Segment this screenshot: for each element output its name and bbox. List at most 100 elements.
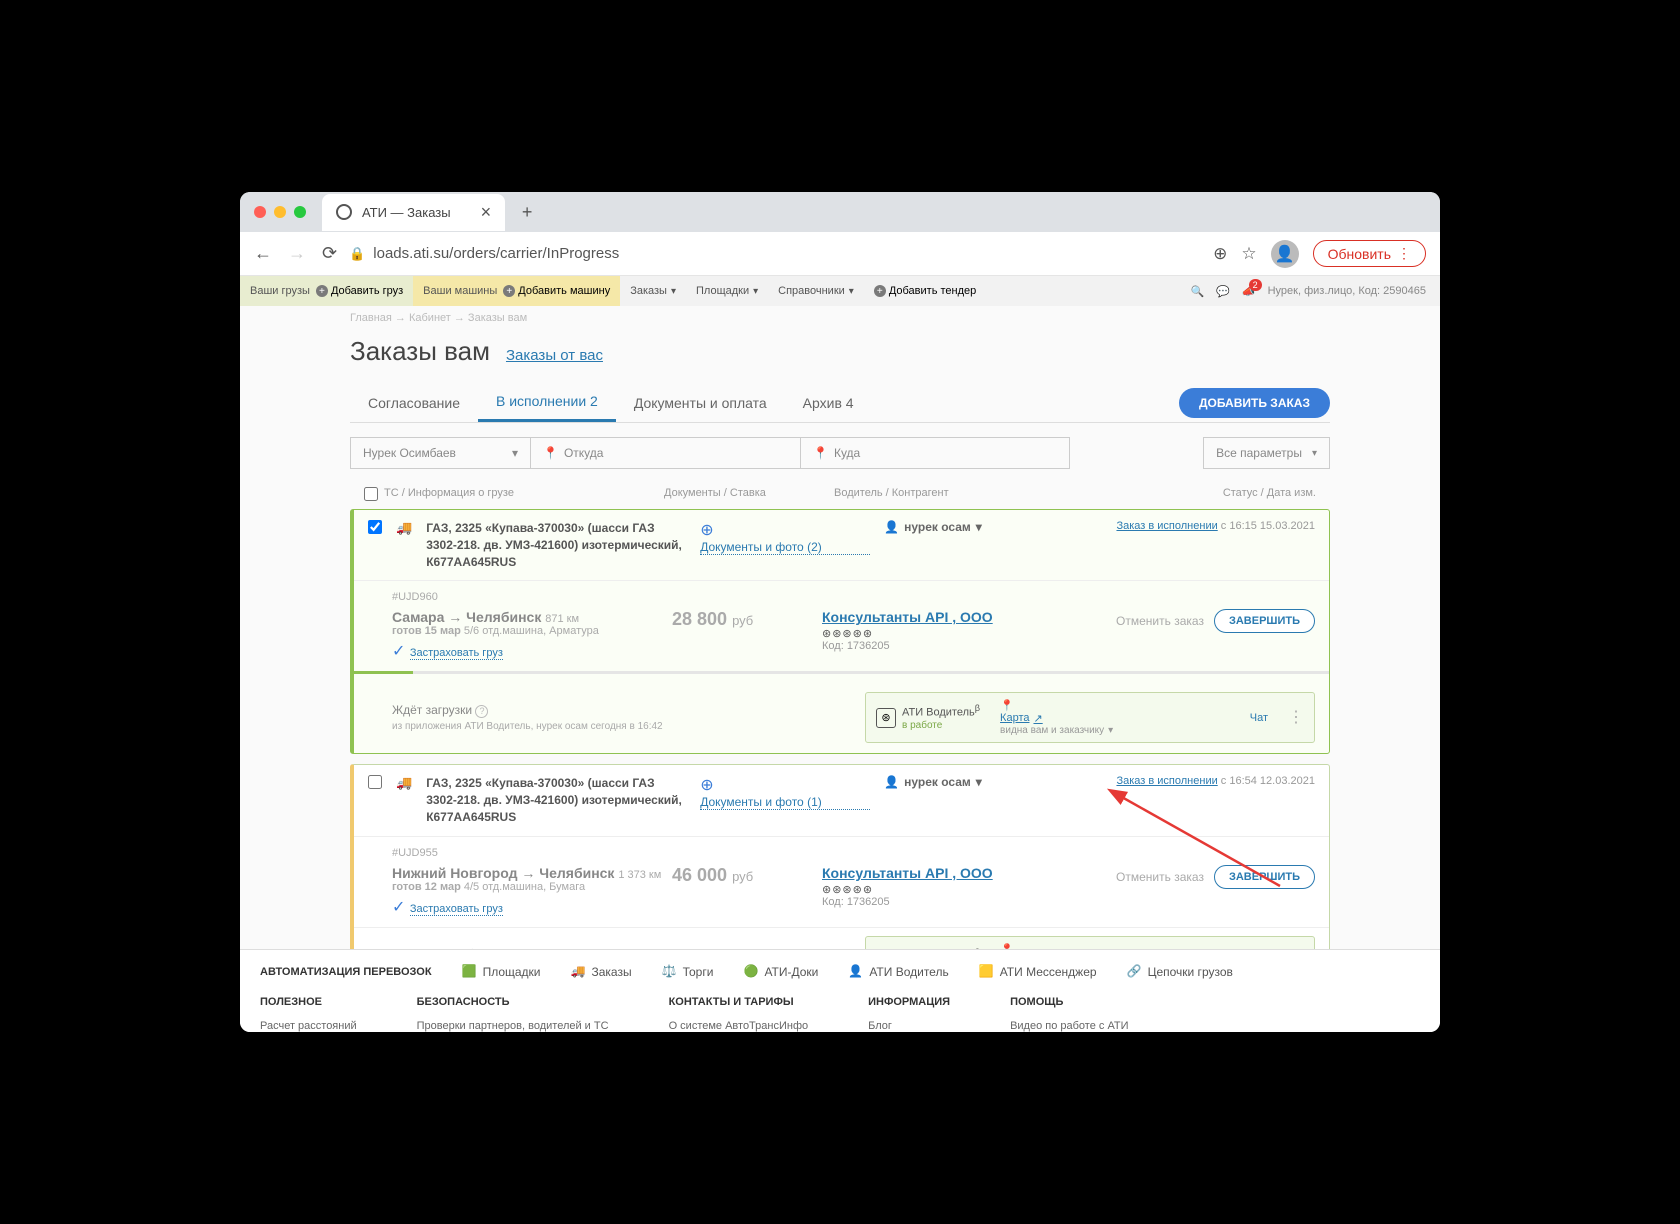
- chevron-down-icon: ▾: [976, 520, 982, 534]
- new-tab-button[interactable]: +: [513, 202, 541, 223]
- finish-button[interactable]: ЗАВЕРШИТЬ: [1214, 609, 1315, 633]
- person-icon: 👤: [884, 520, 899, 534]
- app-icon: ⊛: [876, 708, 896, 728]
- titlebar: АТИ — Заказы × +: [240, 192, 1440, 232]
- reload-icon[interactable]: ⟳: [322, 243, 337, 264]
- footer-link[interactable]: Блог: [868, 1020, 892, 1032]
- order-checkbox[interactable]: [368, 520, 382, 534]
- order-id: #UJD960: [392, 591, 1315, 603]
- order-id: #UJD955: [392, 847, 1315, 859]
- vehicle-info: ГАЗ, 2325 «Купава-370030» (шасси ГАЗ 330…: [426, 520, 686, 570]
- truck-icon: 🚚: [396, 520, 412, 536]
- zoom-icon[interactable]: ⊕: [1213, 244, 1227, 264]
- forward-icon[interactable]: →: [288, 243, 306, 264]
- status-link[interactable]: Заказ в исполнении: [1116, 775, 1217, 787]
- footer-link[interactable]: ⚖️Торги: [662, 964, 714, 980]
- footer-link[interactable]: 🚚Заказы: [571, 964, 632, 980]
- footer-link[interactable]: 🟢АТИ-Доки: [743, 964, 818, 980]
- add-load-button[interactable]: +Добавить груз: [316, 285, 403, 297]
- order-checkbox[interactable]: [368, 775, 382, 789]
- chat-link[interactable]: Чат: [1250, 712, 1268, 724]
- finish-button[interactable]: ЗАВЕРШИТЬ: [1214, 865, 1315, 889]
- pin-icon: 📍: [543, 446, 558, 460]
- insure-link[interactable]: Застраховать груз: [410, 647, 503, 660]
- from-filter[interactable]: 📍Откуда: [530, 437, 800, 469]
- tab-documents[interactable]: Документы и оплата: [616, 385, 785, 421]
- documents-link[interactable]: Документы и фото (2): [700, 540, 870, 555]
- company-link[interactable]: Консультанты API , ООО: [822, 865, 993, 881]
- footer-link[interactable]: Расчет расстояний: [260, 1020, 357, 1032]
- chevron-down-icon: ▾: [976, 775, 982, 789]
- back-icon[interactable]: ←: [254, 243, 272, 264]
- status-link[interactable]: Заказ в исполнении: [1116, 520, 1217, 532]
- site-top-menu: Ваши грузы +Добавить груз Ваши машины +Д…: [240, 276, 1440, 306]
- tab-title: АТИ — Заказы: [362, 205, 451, 220]
- notifications-icon[interactable]: 📣: [1242, 285, 1256, 298]
- url-bar: ← → ⟳ 🔒 loads.ati.su/orders/carrier/InPr…: [240, 232, 1440, 276]
- orders-from-you-link[interactable]: Заказы от вас: [506, 347, 603, 364]
- footer-link[interactable]: О системе АвтоТрансИнфо: [669, 1020, 809, 1032]
- order-card: 🚚 ГАЗ, 2325 «Купава-370030» (шасси ГАЗ 3…: [350, 509, 1330, 754]
- company-link[interactable]: Консультанты API , ООО: [822, 609, 993, 625]
- order-card: 🚚 ГАЗ, 2325 «Купава-370030» (шасси ГАЗ 3…: [350, 764, 1330, 949]
- cancel-order-link[interactable]: Отменить заказ: [1116, 614, 1204, 628]
- rating-stars: ⊛⊛⊛⊛⊛: [822, 883, 1042, 896]
- rating-stars: ⊛⊛⊛⊛⊛: [822, 627, 1042, 640]
- more-icon[interactable]: ⋮: [1288, 715, 1304, 721]
- tab-archive[interactable]: Архив 4: [785, 385, 872, 421]
- help-icon[interactable]: ?: [475, 705, 488, 718]
- footer-link[interactable]: 🔗Цепочки грузов: [1127, 964, 1233, 980]
- driver-name[interactable]: 👤нурек осам ▾: [884, 775, 982, 789]
- menu-directories[interactable]: Справочники: [778, 285, 854, 297]
- footer-link[interactable]: 👤АТИ Водитель: [848, 964, 948, 980]
- user-info[interactable]: Нурек, физ.лицо, Код: 2590465: [1268, 285, 1426, 297]
- footer-link[interactable]: Видео по работе с АТИ: [1010, 1020, 1128, 1032]
- cancel-order-link[interactable]: Отменить заказ: [1116, 870, 1204, 884]
- vehicle-info: ГАЗ, 2325 «Купава-370030» (шасси ГАЗ 330…: [426, 775, 686, 825]
- person-icon: 👤: [884, 775, 899, 789]
- insure-link[interactable]: Застраховать груз: [410, 903, 503, 916]
- footer-link[interactable]: Проверки партнеров, водителей и ТС: [417, 1020, 609, 1032]
- close-tab-icon[interactable]: ×: [481, 202, 492, 223]
- add-order-button[interactable]: ДОБАВИТЬ ЗАКАЗ: [1179, 388, 1330, 418]
- add-truck-button[interactable]: +Добавить машину: [503, 285, 610, 297]
- minimize-window-icon[interactable]: [274, 206, 286, 218]
- footer-link[interactable]: 🟨АТИ Мессенджер: [979, 964, 1097, 980]
- profile-avatar-icon[interactable]: 👤: [1271, 240, 1299, 268]
- search-icon[interactable]: 🔍: [1191, 285, 1205, 298]
- to-filter[interactable]: 📍Куда: [800, 437, 1070, 469]
- menu-trucks[interactable]: Ваши машины: [423, 285, 497, 297]
- chat-bubble-icon[interactable]: 💬: [1216, 285, 1230, 298]
- browser-window: АТИ — Заказы × + ← → ⟳ 🔒 loads.ati.su/or…: [240, 192, 1440, 1032]
- maximize-window-icon[interactable]: [294, 206, 306, 218]
- tab-approval[interactable]: Согласование: [350, 385, 478, 421]
- breadcrumb[interactable]: Главная → Кабинет → Заказы вам: [350, 306, 1330, 330]
- menu-platforms[interactable]: Площадки: [696, 285, 758, 297]
- pin-icon: 📍: [1000, 944, 1014, 949]
- menu-orders[interactable]: Заказы: [630, 285, 676, 297]
- chevron-down-icon: ▾: [512, 446, 518, 460]
- close-window-icon[interactable]: [254, 206, 266, 218]
- site-footer: АВТОМАТИЗАЦИЯ ПЕРЕВОЗОК 🟩Площадки 🚚Заказ…: [240, 949, 1440, 1032]
- footer-link[interactable]: 🟩Площадки: [462, 964, 541, 980]
- tabs: Согласование В исполнении 2 Документы и …: [350, 383, 1330, 423]
- browser-tab[interactable]: АТИ — Заказы ×: [322, 194, 505, 231]
- kebab-icon: ⋮: [1397, 245, 1411, 262]
- address-field[interactable]: 🔒 loads.ati.su/orders/carrier/InProgress: [349, 245, 1201, 262]
- progress-bar: [354, 671, 1329, 674]
- driver-filter[interactable]: Нурек Осимбаев▾: [350, 437, 530, 469]
- tab-in-progress[interactable]: В исполнении 2: [478, 383, 616, 422]
- update-browser-button[interactable]: Обновить ⋮: [1313, 240, 1426, 267]
- all-params-link[interactable]: Все параметры: [1203, 437, 1330, 469]
- add-tender-button[interactable]: +Добавить тендер: [874, 285, 976, 297]
- driver-name[interactable]: 👤нурек осам ▾: [884, 520, 982, 534]
- map-link[interactable]: Карта ↗: [1000, 712, 1113, 725]
- driver-app-status: ⊛АТИ Водительβне в работе 📍 Карта ↗видна…: [865, 936, 1315, 949]
- menu-loads[interactable]: Ваши грузы: [250, 285, 310, 297]
- pin-icon: 📍: [813, 446, 828, 460]
- documents-link[interactable]: Документы и фото (1): [700, 795, 870, 810]
- select-all-checkbox[interactable]: [364, 487, 378, 501]
- truck-icon: 🚚: [396, 775, 412, 791]
- lock-icon: 🔒: [349, 246, 365, 262]
- star-icon[interactable]: ☆: [1241, 244, 1256, 264]
